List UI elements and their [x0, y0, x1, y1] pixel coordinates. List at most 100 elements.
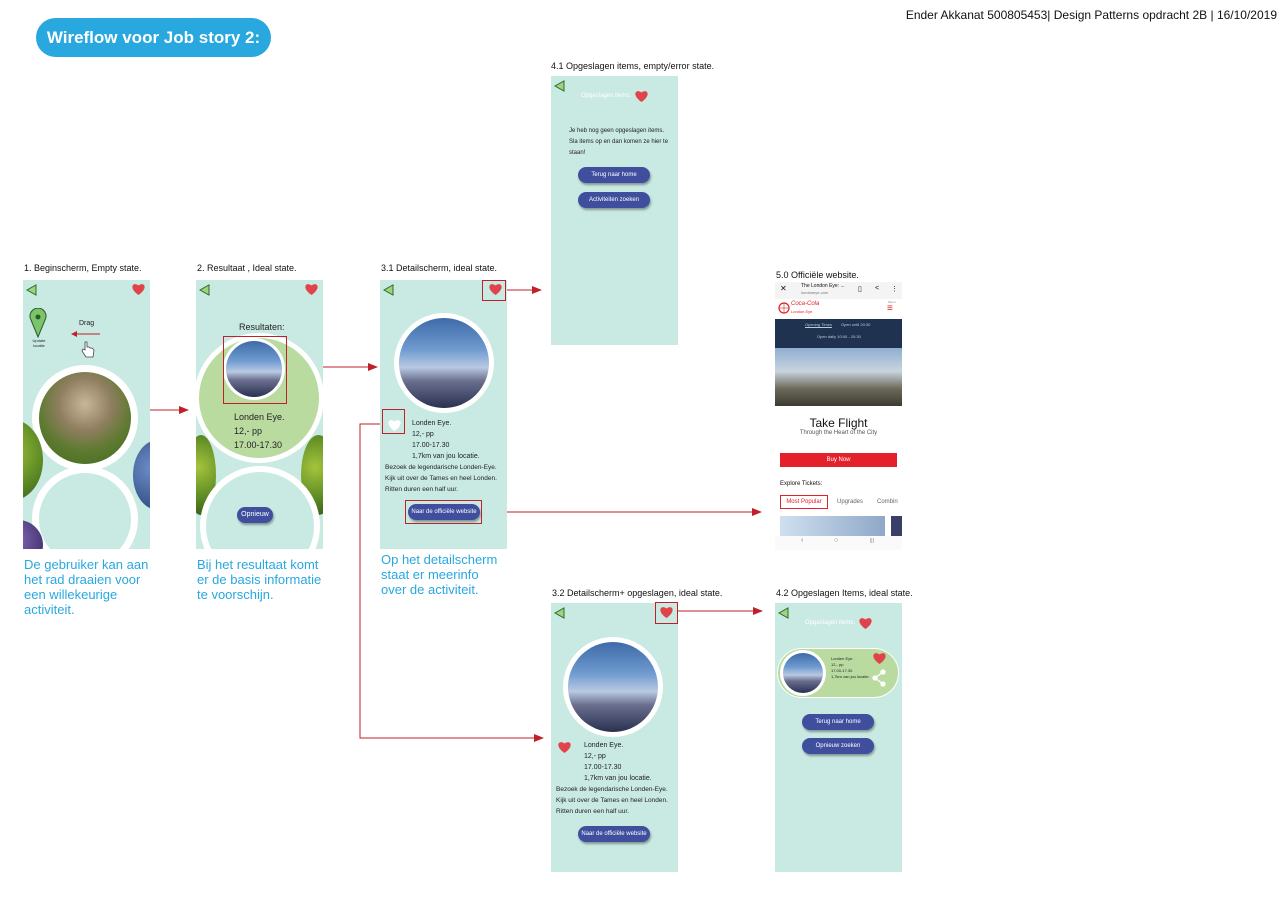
- wheel-photo-right: [133, 440, 150, 510]
- opening-times-link[interactable]: Opening Times: [805, 322, 832, 327]
- detail-distance: 1,7km van jou locatie.: [412, 453, 480, 460]
- saved-title: Opgeslagen items.: [805, 620, 856, 626]
- hand-cursor-icon: [81, 341, 95, 358]
- detail-price: 12,- pp: [412, 431, 434, 438]
- screen2-caption: Bij het resultaat komt er de basis infor…: [197, 557, 322, 602]
- screen50-label: 5.0 Officiële website.: [776, 270, 859, 280]
- saved-item-distance: 1,7km van jou locatie.: [831, 674, 870, 679]
- detail-info: Londen Eye. 12,- pp 17.00-17.30 1,7km va…: [584, 740, 652, 784]
- back-home-button[interactable]: Terug naar home: [802, 714, 874, 730]
- screen-42-saved-items: Opgeslagen items. Londen Eye. 12,- pp 17…: [775, 603, 902, 872]
- tab-most-popular[interactable]: Most Popular: [780, 495, 828, 509]
- screen41-label: 4.1 Opgeslagen items, empty/error state.: [551, 61, 715, 71]
- share-icon[interactable]: [871, 669, 887, 687]
- saved-heart-icon[interactable]: [557, 740, 572, 754]
- screen1-caption: De gebruiker kan aan het rad draaien voo…: [24, 557, 149, 617]
- detail-description: Bezoek de legendarische Londen-Eye. Kijk…: [385, 464, 497, 493]
- screen-32-detail-saved: Londen Eye. 12,- pp 17.00-17.30 1,7km va…: [551, 603, 678, 872]
- detail-photo-london-eye: [399, 318, 489, 408]
- location-pin-icon[interactable]: [29, 308, 47, 338]
- android-nav-bar: ‹ ○ |||: [775, 536, 902, 550]
- brand-line2: London Eye: [791, 309, 813, 314]
- heart-icon: [859, 618, 872, 629]
- heart-icon[interactable]: [872, 651, 887, 665]
- result-hours: 17.00-17.30: [234, 440, 283, 450]
- back-triangle-icon[interactable]: [778, 607, 790, 619]
- back-triangle-icon[interactable]: [554, 607, 566, 619]
- back-triangle-icon[interactable]: [199, 284, 211, 296]
- detail-info: Londen Eye. 12,- pp 17.00-17.30 1,7km va…: [412, 418, 480, 462]
- detail-photo-london-eye: [568, 642, 658, 732]
- opening-times-rest: Open until 20:30: [841, 322, 871, 327]
- buy-now-button[interactable]: Buy Now: [780, 453, 897, 467]
- detail-hours: 17.00-17.30: [412, 442, 450, 449]
- result-price: 12,- pp: [234, 426, 263, 436]
- nav-home-icon[interactable]: ○: [834, 537, 838, 544]
- screen2-label: 2. Resultaat , Ideal state.: [197, 263, 297, 273]
- tab-combin[interactable]: Combin: [877, 499, 898, 505]
- close-tab-icon[interactable]: ✕: [780, 284, 787, 293]
- hamburger-menu-icon[interactable]: ≡: [887, 303, 893, 314]
- back-triangle-icon[interactable]: [26, 284, 38, 296]
- url-text[interactable]: londoneye.com: [801, 290, 828, 295]
- heart-icon[interactable]: [131, 282, 146, 296]
- retry-button[interactable]: Opnieuw: [237, 507, 273, 523]
- explore-tickets-label: Explore Tickets:: [780, 481, 823, 487]
- saved-title: Opgeslagen items.: [581, 93, 632, 99]
- more-icon[interactable]: ⋮: [891, 285, 898, 293]
- detail-price: 12,- pp: [584, 753, 606, 760]
- results-title: Resultaten:: [239, 322, 285, 332]
- update-location-label: Update locatie: [32, 338, 46, 348]
- empty-message: Je heb nog geen opgeslagen items. Sla it…: [569, 128, 669, 156]
- detail-name: Londen Eye.: [584, 742, 624, 749]
- tab-upgrades[interactable]: Upgrades: [837, 499, 863, 505]
- heart-icon[interactable]: [304, 282, 319, 296]
- wheel-photo-palace[interactable]: [39, 372, 131, 464]
- nav-back-icon[interactable]: ‹: [801, 537, 803, 544]
- bookmark-icon[interactable]: ▯: [858, 285, 862, 293]
- ticket-card-photo[interactable]: [780, 516, 885, 536]
- screen32-label: 3.2 Detailscherm+ opgeslagen, ideal stat…: [552, 588, 723, 598]
- back-triangle-icon[interactable]: [383, 284, 395, 296]
- screen-2-result: Resultaten: Londen Eye. 12,- pp 17.00-17…: [196, 280, 323, 549]
- hero-city-photo: [775, 348, 902, 406]
- drag-label: Drag: [79, 320, 95, 327]
- screen-50-website: ✕ The London Eye: ... londoneye.com ▯ < …: [775, 282, 902, 550]
- highlight-result-photo: [223, 336, 287, 404]
- ticket-card-photo-2[interactable]: [891, 516, 902, 536]
- hero-text: Take Flight Through the Heart of the Cit…: [775, 406, 902, 442]
- screen-41-saved-empty: Opgeslagen items. Je heb nog geen opgesl…: [551, 76, 678, 345]
- opening-info-band: Opening Times Open until 20:30 Open dail…: [775, 319, 902, 348]
- result-name: Londen Eye.: [234, 412, 285, 422]
- saved-item-info: Londen Eye. 12,- pp 17.00-17.30 1,7km va…: [831, 656, 870, 680]
- saved-item-photo: [783, 653, 823, 693]
- detail-name: Londen Eye.: [412, 420, 452, 427]
- detail-distance: 1,7km van jou locatie.: [584, 775, 652, 782]
- london-eye-logo-icon[interactable]: [778, 302, 790, 314]
- screen1-label: 1. Beginscherm, Empty state.: [24, 263, 142, 273]
- opening-hours: Open daily 10:00 - 20:30: [817, 334, 861, 339]
- screen31-label: 3.1 Detailscherm, ideal state.: [381, 263, 498, 273]
- search-activities-button[interactable]: Activiteiten zoeken: [578, 192, 650, 208]
- highlight-heart: [482, 280, 506, 301]
- search-again-button[interactable]: Opnieuw zoeken: [802, 738, 874, 754]
- heart-icon: [635, 91, 648, 102]
- screen42-label: 4.2 Opgeslagen Items, ideal state.: [776, 588, 913, 598]
- drag-arrow-icon: [71, 331, 100, 337]
- back-triangle-icon[interactable]: [554, 80, 566, 92]
- screen31-caption: Op het detailscherm staat er meerinfo ov…: [381, 552, 498, 597]
- site-header: Coca-Cola London Eye Menu ≡: [775, 299, 902, 320]
- detail-description: Bezoek de legendarische Londen-Eye. Kijk…: [556, 786, 668, 815]
- nav-recent-icon[interactable]: |||: [870, 538, 874, 544]
- highlight-website-button: [405, 500, 482, 524]
- hero-title: Take Flight: [809, 416, 868, 430]
- share-icon[interactable]: <: [875, 285, 879, 292]
- result-info: Londen Eye. 12,- pp 17.00-17.30: [234, 410, 285, 452]
- browser-bar: ✕ The London Eye: ... londoneye.com ▯ < …: [775, 282, 902, 299]
- back-home-button[interactable]: Terug naar home: [578, 167, 650, 183]
- official-website-button[interactable]: Naar de officiële website: [578, 826, 650, 842]
- screen-1-begin: Update locatie Drag: [23, 280, 150, 549]
- brand-line1: Coca-Cola: [791, 301, 820, 307]
- highlight-heart: [655, 602, 678, 624]
- detail-hours: 17.00-17.30: [584, 764, 622, 771]
